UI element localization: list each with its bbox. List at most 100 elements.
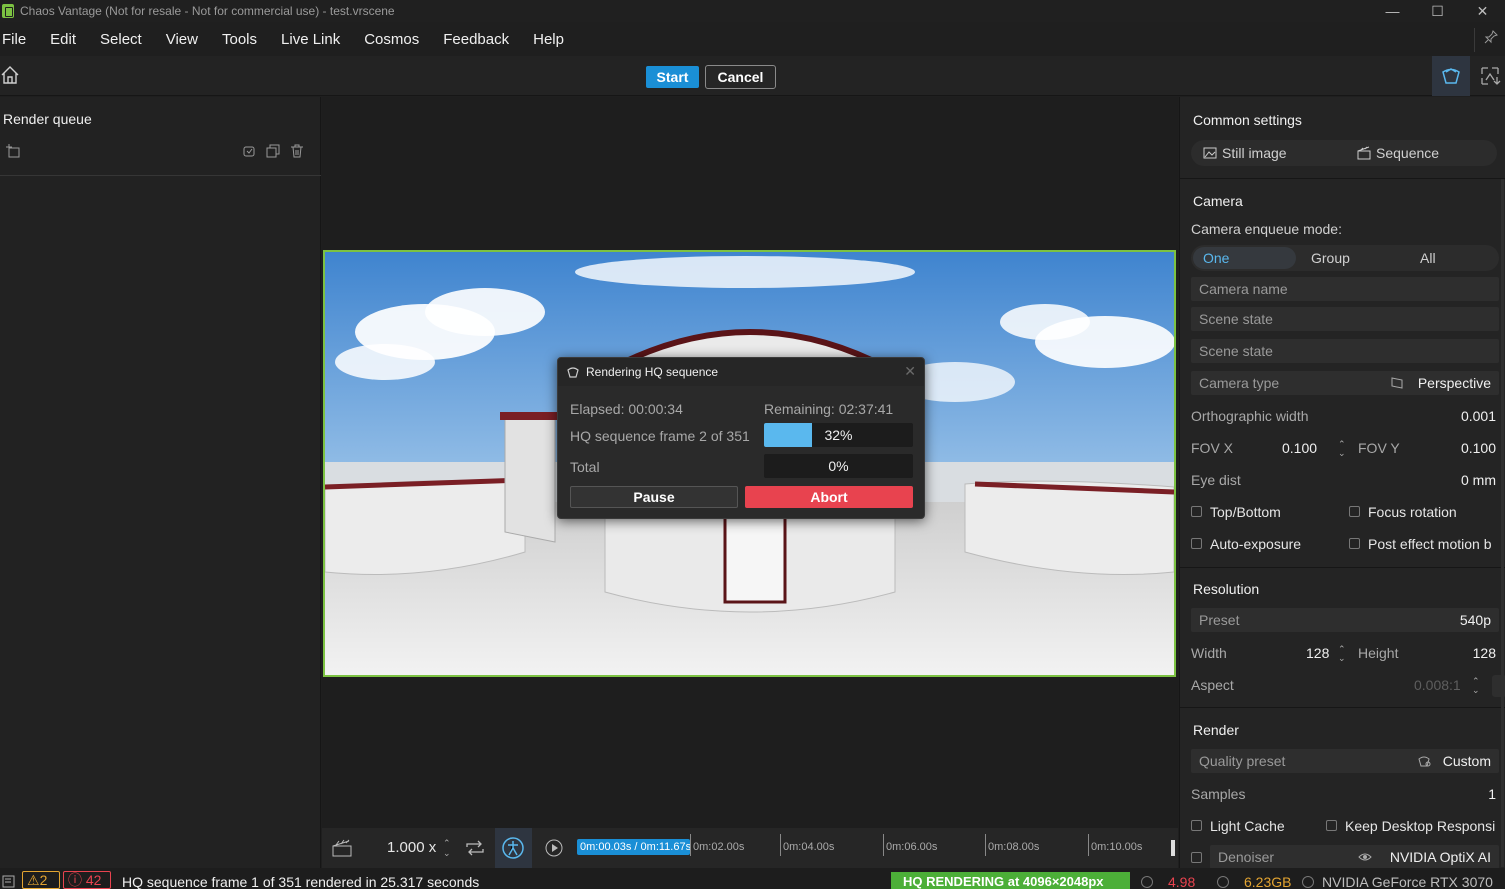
- fov-y-label: FOV Y: [1358, 440, 1400, 456]
- settings-scrollbar[interactable]: [1501, 179, 1504, 867]
- fov-y-value[interactable]: 0.100: [1461, 440, 1496, 456]
- fov-x-value[interactable]: 0.100: [1282, 440, 1317, 456]
- aspect-stepper[interactable]: ⌃ ⌄: [1472, 677, 1480, 695]
- height-label: Height: [1358, 645, 1399, 661]
- menu-help[interactable]: Help: [521, 26, 576, 54]
- auto-exposure-label: Auto-exposure: [1210, 536, 1302, 552]
- post-effect-checkbox[interactable]: [1349, 538, 1360, 549]
- menu-view[interactable]: View: [154, 26, 210, 54]
- speed-stepper[interactable]: ⌃ ⌄: [443, 838, 451, 858]
- pin-icon[interactable]: [1481, 30, 1501, 50]
- hq-rendering-badge: HQ RENDERING at 4096×2048px: [891, 872, 1130, 889]
- toolbar: Start Cancel: [0, 56, 1505, 96]
- memory-icon: [1217, 876, 1229, 888]
- dialog-title: Rendering HQ sequence: [586, 365, 719, 379]
- menu-live-link[interactable]: Live Link: [269, 26, 352, 54]
- render-queue-title: Render queue: [3, 111, 92, 127]
- aspect-label: Aspect: [1191, 677, 1234, 693]
- eye-dist-value[interactable]: 0 mm: [1461, 472, 1496, 488]
- scene-state-field-2[interactable]: Scene state: [1191, 339, 1499, 363]
- menu-feedback[interactable]: Feedback: [431, 26, 521, 54]
- top-bottom-label: Top/Bottom: [1210, 504, 1281, 520]
- loop-icon[interactable]: [464, 838, 486, 858]
- title-bar: Chaos Vantage (Not for resale - Not for …: [0, 0, 1505, 22]
- preset-field[interactable]: Preset 540p: [1191, 608, 1499, 632]
- start-button[interactable]: Start: [646, 66, 699, 88]
- denoiser-field[interactable]: Denoiser NVIDIA OptiX AI: [1210, 845, 1499, 868]
- denoiser-checkbox[interactable]: [1191, 852, 1202, 863]
- warnings-count: 2: [39, 872, 48, 888]
- close-button[interactable]: ✕: [1460, 0, 1505, 22]
- top-bottom-checkbox[interactable]: [1191, 506, 1202, 517]
- width-stepper[interactable]: ⌃ ⌄: [1338, 645, 1346, 663]
- section-divider: [1180, 707, 1505, 708]
- home-icon[interactable]: [0, 64, 22, 86]
- render-teapot-icon: [566, 365, 580, 379]
- export-icon[interactable]: [1474, 56, 1505, 96]
- camera-type-field[interactable]: Camera type Perspective: [1191, 371, 1499, 395]
- cancel-button[interactable]: Cancel: [705, 65, 776, 89]
- abort-button[interactable]: Abort: [745, 486, 913, 508]
- quality-preset-field[interactable]: Quality preset Custom: [1191, 749, 1499, 773]
- render-mode-icon[interactable]: [1432, 56, 1470, 96]
- timeline-end-marker[interactable]: [1171, 840, 1175, 856]
- keep-desktop-checkbox[interactable]: [1326, 820, 1337, 831]
- maximize-button[interactable]: ☐: [1415, 0, 1460, 22]
- timeline-tick: 0m:10.00s: [1088, 834, 1142, 856]
- sequence-icon: [1357, 146, 1371, 163]
- app-logo-icon: [2, 4, 14, 18]
- light-cache-label: Light Cache: [1210, 818, 1285, 834]
- duplicate-job-icon[interactable]: [265, 143, 281, 159]
- render-section-title: Render: [1193, 722, 1239, 738]
- animation-mode-toggle[interactable]: [495, 828, 532, 868]
- menu-file[interactable]: File: [0, 26, 38, 54]
- denoiser-icon: [1358, 850, 1372, 867]
- elapsed-time: Elapsed: 00:00:34: [570, 401, 683, 417]
- enable-job-icon[interactable]: [241, 143, 257, 159]
- dialog-close-icon[interactable]: ✕: [904, 363, 916, 380]
- samples-label: Samples: [1191, 786, 1246, 802]
- width-value[interactable]: 128: [1306, 645, 1329, 661]
- delete-job-icon[interactable]: [289, 143, 305, 159]
- log-icon[interactable]: [2, 874, 16, 889]
- samples-value[interactable]: 1: [1488, 786, 1496, 802]
- timeline-tick: 0m:08.00s: [985, 834, 1039, 856]
- clapperboard-icon[interactable]: [331, 838, 353, 858]
- minimize-button[interactable]: —: [1370, 0, 1415, 22]
- width-label: Width: [1191, 645, 1227, 661]
- play-icon[interactable]: [543, 838, 565, 858]
- fov-x-stepper[interactable]: ⌃ ⌄: [1338, 440, 1346, 458]
- camera-enqueue-label: Camera enqueue mode:: [1191, 221, 1342, 237]
- menu-tools[interactable]: Tools: [210, 26, 269, 54]
- menu-select[interactable]: Select: [88, 26, 154, 54]
- camera-name-field[interactable]: Camera name: [1191, 277, 1499, 301]
- errors-badge[interactable]: ⓘ 42: [63, 871, 111, 889]
- rendering-dialog: Rendering HQ sequence ✕ Elapsed: 00:00:3…: [557, 357, 925, 519]
- timeline-current-time[interactable]: 0m:00.03s / 0m:11.67s: [577, 839, 691, 855]
- ortho-width-value[interactable]: 0.001: [1461, 408, 1496, 424]
- enqueue-mode-one[interactable]: One: [1203, 245, 1229, 271]
- scene-state-field-1[interactable]: Scene state: [1191, 307, 1499, 331]
- gpu-name: NVIDIA GeForce RTX 3070: [1322, 874, 1493, 889]
- playback-speed[interactable]: 1.000 x: [387, 839, 436, 856]
- total-progress-bar: 0%: [764, 454, 913, 478]
- auto-exposure-checkbox[interactable]: [1191, 538, 1202, 549]
- quality-preset-label: Quality preset: [1199, 753, 1286, 769]
- warnings-badge[interactable]: ⚠2: [22, 871, 60, 889]
- pause-button[interactable]: Pause: [570, 486, 738, 508]
- enqueue-mode-all[interactable]: All: [1420, 245, 1436, 271]
- focus-rotation-checkbox[interactable]: [1349, 506, 1360, 517]
- render-queue-panel: Render queue: [0, 97, 321, 868]
- add-job-icon[interactable]: [5, 143, 21, 159]
- tab-sequence[interactable]: Sequence: [1376, 140, 1439, 166]
- enqueue-mode-group[interactable]: Group: [1311, 245, 1350, 271]
- aspect-value[interactable]: 0.008:1: [1414, 677, 1461, 693]
- section-divider: [1180, 567, 1505, 568]
- tab-still-image[interactable]: Still image: [1222, 140, 1287, 166]
- light-cache-checkbox[interactable]: [1191, 820, 1202, 831]
- menu-cosmos[interactable]: Cosmos: [352, 26, 431, 54]
- height-value[interactable]: 128: [1473, 645, 1496, 661]
- camera-type-icon: [1390, 376, 1404, 393]
- timeline-track[interactable]: 0m:00.03s / 0m:11.67s 0m:02.00s 0m:04.00…: [575, 834, 1170, 862]
- menu-edit[interactable]: Edit: [38, 26, 88, 54]
